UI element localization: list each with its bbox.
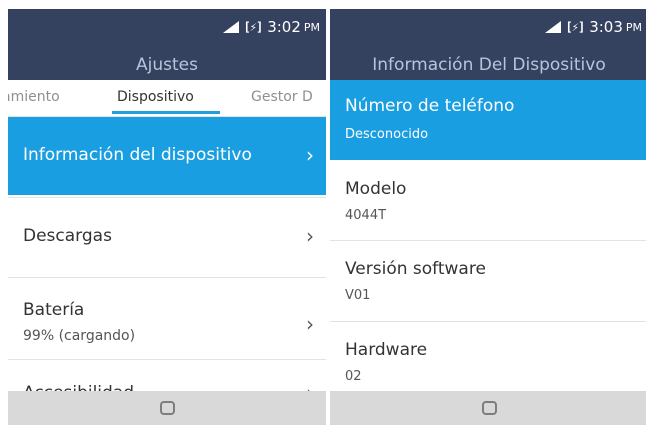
battery-charging-icon: [⚡]: [243, 20, 264, 34]
list-item-title: Descargas: [23, 226, 112, 246]
info-item-value: V01: [345, 288, 371, 303]
list-item-title: Batería: [23, 300, 85, 320]
info-item-value: 02: [345, 369, 362, 384]
battery-status: 99% (cargando): [23, 328, 136, 344]
active-tab-indicator: [112, 111, 220, 114]
navigation-bar: [330, 391, 646, 425]
status-ampm: PM: [625, 20, 642, 34]
status-time: 3:02: [267, 18, 301, 36]
list-item-informacion-dispositivo[interactable]: Información del dispositivo ›: [8, 117, 326, 195]
tab-bar: amiento Dispositivo Gestor D: [8, 80, 326, 116]
tab-gestor[interactable]: Gestor D: [251, 89, 313, 105]
info-item-title: Modelo: [345, 179, 407, 199]
info-item-value: Desconocido: [345, 127, 429, 142]
navigation-bar: [8, 391, 326, 425]
info-item-version-software[interactable]: Versión software V01: [330, 241, 646, 321]
device-info-screen: [⚡] 3:03 PM Información Del Dispositivo …: [330, 9, 646, 425]
info-item-title: Versión software: [345, 259, 486, 279]
page-title: Información Del Dispositivo: [330, 49, 646, 80]
status-bar: [⚡] 3:02 PM: [8, 9, 326, 49]
tab-dispositivo[interactable]: Dispositivo: [117, 89, 194, 105]
chevron-right-icon: ›: [306, 143, 314, 167]
info-item-value: 4044T: [345, 208, 387, 223]
signal-icon: [544, 21, 561, 33]
page-title: Ajustes: [8, 49, 326, 80]
list-item-bateria[interactable]: Batería 99% (cargando) ›: [8, 278, 326, 358]
list-item-title: Información del dispositivo: [23, 145, 252, 165]
info-item-title: Número de teléfono: [345, 96, 515, 116]
home-button-icon[interactable]: [159, 401, 175, 415]
battery-charging-icon: [⚡]: [565, 20, 586, 34]
tab-almacenamiento[interactable]: amiento: [8, 89, 60, 105]
info-item-modelo[interactable]: Modelo 4044T: [330, 160, 646, 240]
status-ampm: PM: [303, 20, 320, 34]
chevron-right-icon: ›: [306, 312, 314, 336]
info-item-numero-telefono[interactable]: Número de teléfono Desconocido: [330, 80, 646, 160]
settings-screen: [⚡] 3:02 PM Ajustes amiento Dispositivo …: [8, 9, 326, 425]
chevron-right-icon: ›: [306, 224, 314, 248]
status-bar: [⚡] 3:03 PM: [330, 9, 646, 49]
list-item-descargas[interactable]: Descargas ›: [8, 198, 326, 276]
status-time: 3:03: [589, 18, 623, 36]
info-item-hardware[interactable]: Hardware 02: [330, 322, 646, 392]
signal-icon: [222, 21, 239, 33]
info-item-title: Hardware: [345, 340, 428, 360]
home-button-icon[interactable]: [481, 401, 497, 415]
